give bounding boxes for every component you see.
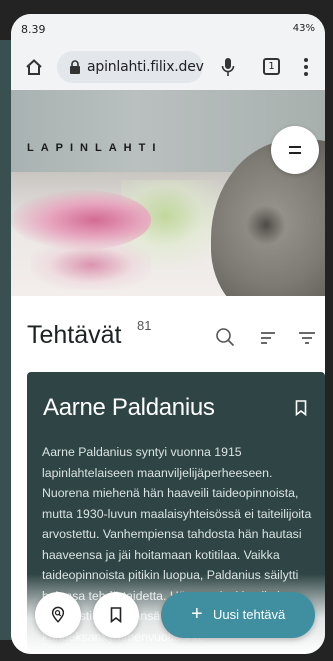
page-title: Tehtävät bbox=[27, 321, 122, 349]
hero-statue-shade bbox=[246, 205, 286, 245]
bookmark-outline-icon bbox=[110, 607, 122, 623]
more-vert-icon[interactable] bbox=[303, 57, 309, 77]
tasks-header: Tehtävät 81 bbox=[11, 296, 325, 372]
url-text: apinlahti.filix.dev bbox=[87, 59, 204, 75]
tabs-icon[interactable]: 1 bbox=[263, 58, 280, 75]
hamburger-icon bbox=[289, 146, 301, 148]
home-icon[interactable] bbox=[25, 58, 43, 76]
plus-icon: + bbox=[191, 603, 203, 625]
filter-icon[interactable] bbox=[299, 332, 315, 344]
status-time: 8.39 bbox=[21, 23, 46, 36]
bookmarks-button[interactable] bbox=[93, 592, 139, 638]
bookmark-icon[interactable] bbox=[295, 400, 307, 416]
card-title: Aarne Paldanius bbox=[43, 394, 215, 421]
hero-flower-pink-2 bbox=[31, 240, 151, 290]
battery-level: 43% bbox=[292, 23, 315, 34]
new-task-button[interactable]: + Uusi tehtävä bbox=[161, 592, 315, 638]
map-search-icon bbox=[51, 606, 65, 623]
hamburger-icon-line bbox=[289, 152, 301, 154]
tasks-count: 81 bbox=[137, 318, 152, 333]
menu-button[interactable] bbox=[271, 126, 319, 174]
browser-toolbar: apinlahti.filix.dev 1 bbox=[11, 44, 325, 90]
status-bar: 8.39 43% bbox=[11, 14, 325, 44]
search-icon[interactable] bbox=[215, 327, 235, 347]
site-logo[interactable]: LAPINLAHTI bbox=[27, 142, 162, 154]
mic-icon[interactable] bbox=[221, 57, 235, 77]
address-bar[interactable]: apinlahti.filix.dev bbox=[57, 51, 204, 83]
new-task-label: Uusi tehtävä bbox=[213, 607, 286, 622]
phone-screen: 8.39 43% apinlahti.filix.dev 1 LAPINLAHT… bbox=[11, 14, 325, 654]
device-frame: 8.39 43% apinlahti.filix.dev 1 LAPINLAHT… bbox=[0, 0, 333, 661]
sort-icon[interactable] bbox=[261, 332, 275, 344]
hero-image: LAPINLAHTI bbox=[11, 90, 325, 296]
lock-icon bbox=[70, 60, 80, 74]
map-search-button[interactable] bbox=[35, 592, 81, 638]
